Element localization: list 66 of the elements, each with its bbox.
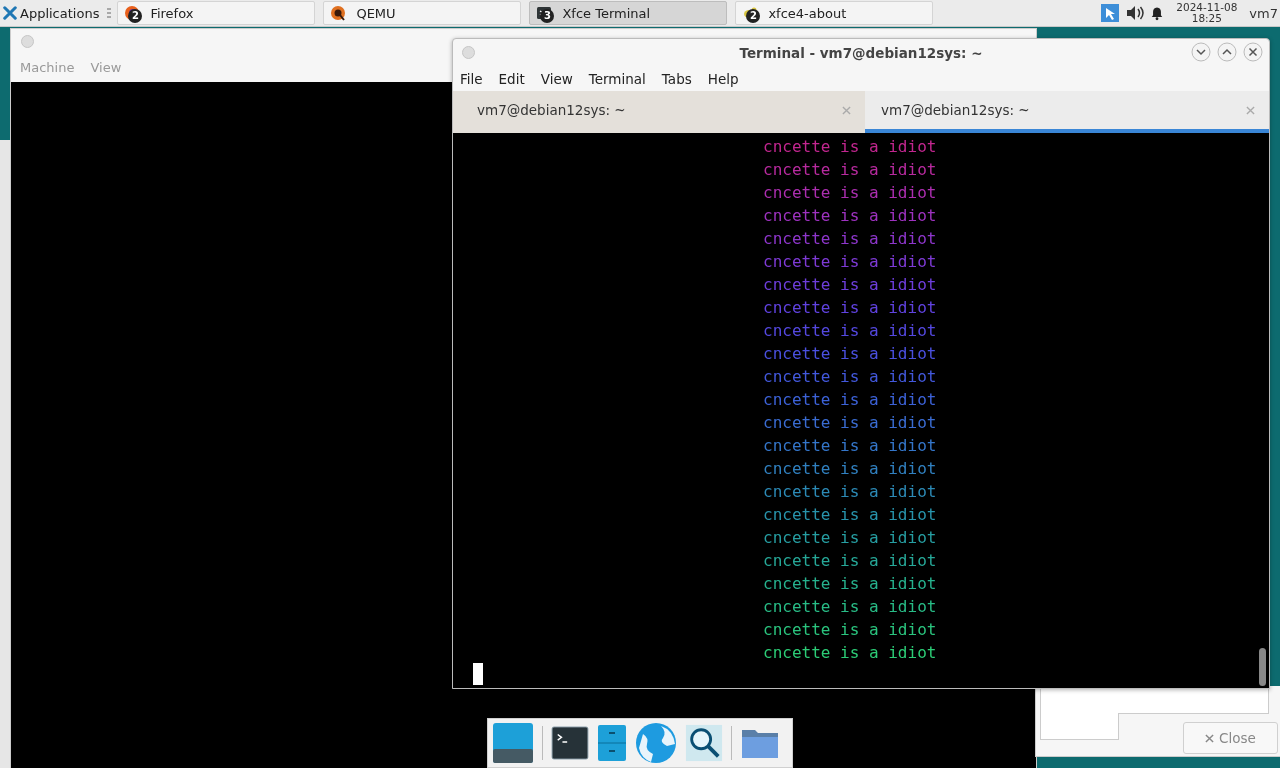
show-desktop-icon[interactable] — [492, 722, 534, 764]
menu-item[interactable]: View — [540, 70, 581, 87]
user-name[interactable]: vm7 — [1249, 5, 1280, 21]
terminal-line: cncette is a idiot — [763, 136, 937, 158]
globe-icon[interactable] — [635, 722, 677, 764]
window-menu-dot-icon[interactable] — [462, 46, 475, 59]
network-cursor-icon[interactable] — [1100, 3, 1121, 23]
terminal-tab[interactable]: vm7@debian12sys: ~ — [453, 91, 865, 133]
qemu-icon — [330, 5, 347, 21]
terminal-line: cncette is a idiot — [763, 619, 937, 641]
xfce-logo-icon — [3, 6, 17, 20]
taskbar-button[interactable]: QEMU — [323, 1, 522, 25]
terminal-line: cncette is a idiot — [763, 251, 937, 273]
tab-label: vm7@debian12sys: ~ — [477, 102, 626, 118]
terminal-line: cncette is a idiot — [763, 228, 937, 250]
close-button[interactable] — [1243, 42, 1263, 62]
terminal-line: cncette is a idiot — [763, 435, 937, 457]
terminal-line: cncette is a idiot — [763, 182, 937, 204]
magnifier-icon[interactable] — [685, 724, 723, 762]
terminal-line: cncette is a idiot — [763, 550, 937, 572]
minimize-button[interactable] — [1191, 42, 1211, 62]
window-title: Terminal - vm7@debian12sys: ~ — [739, 44, 983, 61]
applications-menu[interactable]: Applications — [0, 1, 102, 25]
menu-item[interactable]: Edit — [498, 70, 533, 87]
window-count-badge: 2 — [128, 9, 143, 23]
window-close-dot-icon[interactable] — [21, 34, 34, 48]
close-icon — [1205, 733, 1215, 743]
terminal-line: cncette is a idiot — [763, 458, 937, 480]
terminal-line: cncette is a idiot — [763, 527, 937, 549]
taskbar-button[interactable]: 3 Xfce Terminal — [529, 1, 728, 25]
terminal-line: cncette is a idiot — [763, 274, 937, 296]
terminal-line: cncette is a idiot — [763, 159, 937, 181]
maximize-button[interactable] — [1217, 42, 1237, 62]
terminal-line: cncette is a idiot — [763, 297, 937, 319]
terminal-line: cncette is a idiot — [763, 205, 937, 227]
menu-item[interactable]: Help — [707, 70, 747, 87]
clock[interactable]: 2024-11-08 18:25 — [1176, 2, 1238, 24]
terminal-tab[interactable]: vm7@debian12sys: ~ — [865, 91, 1269, 133]
taskbar-button[interactable]: 2 Firefox — [117, 1, 316, 25]
text-cursor — [473, 663, 483, 685]
terminal-line: cncette is a idiot — [763, 366, 937, 388]
file-cabinet-icon[interactable] — [597, 724, 627, 762]
terminal-icon[interactable] — [551, 726, 589, 760]
terminal-line: cncette is a idiot — [763, 389, 937, 411]
terminal-line: cncette is a idiot — [763, 481, 937, 503]
notification-bell-icon[interactable] — [1150, 5, 1165, 21]
terminal-line: cncette is a idiot — [763, 642, 937, 664]
window-count-badge: 3 — [540, 9, 555, 23]
terminal-line: cncette is a idiot — [763, 504, 937, 526]
clock-date: 2024-11-08 — [1176, 2, 1238, 13]
terminal-line: cncette is a idiot — [763, 573, 937, 595]
scrollbar-thumb[interactable] — [1259, 648, 1266, 686]
menu-item[interactable]: Tabs — [661, 70, 700, 87]
clock-time: 18:25 — [1191, 13, 1222, 24]
separator-grip-icon — [107, 7, 112, 19]
volume-icon[interactable] — [1126, 5, 1145, 21]
terminal-line: cncette is a idiot — [763, 596, 937, 618]
menu-item[interactable]: Terminal — [588, 70, 654, 87]
terminal-line: cncette is a idiot — [763, 343, 937, 365]
tab-close-icon[interactable] — [1246, 105, 1255, 115]
menu-item[interactable]: File — [460, 70, 491, 87]
window-count-badge: 2 — [746, 9, 761, 23]
terminal-line: cncette is a idiot — [763, 320, 937, 342]
taskbar-button[interactable]: 2 xfce4-about — [735, 1, 934, 25]
tab-label: vm7@debian12sys: ~ — [881, 102, 1030, 118]
terminal-line: cncette is a idiot — [763, 412, 937, 434]
